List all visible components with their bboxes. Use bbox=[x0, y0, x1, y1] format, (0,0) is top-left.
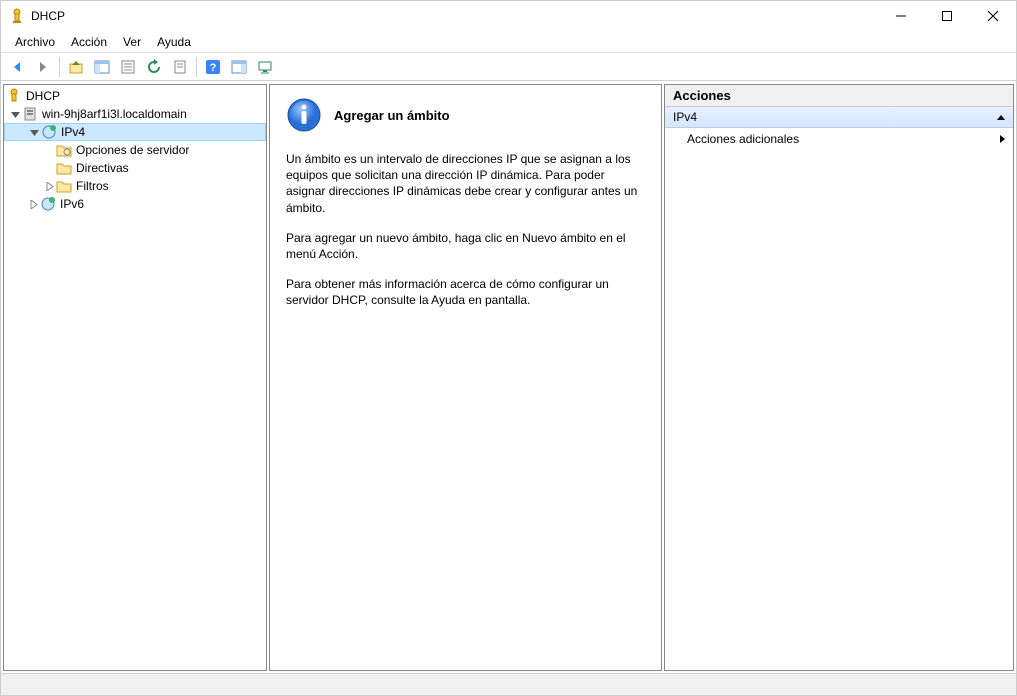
server-icon bbox=[22, 106, 38, 122]
window-title: DHCP bbox=[31, 9, 65, 23]
toolbar: ? bbox=[1, 53, 1016, 81]
folder-icon bbox=[56, 178, 72, 194]
ipv4-icon bbox=[41, 124, 57, 140]
tree-label: Opciones de servidor bbox=[76, 143, 189, 157]
tree-opciones-servidor[interactable]: Opciones de servidor bbox=[4, 141, 266, 159]
toolbar-separator bbox=[59, 57, 60, 77]
back-button[interactable] bbox=[5, 56, 29, 78]
tree-ipv4[interactable]: IPv4 bbox=[4, 123, 266, 141]
svg-text:?: ? bbox=[210, 62, 217, 74]
actions-panel: Acciones IPv4 Acciones adicionales bbox=[664, 84, 1014, 671]
main-body: Un ámbito es un intervalo de direcciones… bbox=[286, 151, 645, 309]
actions-section-ipv4[interactable]: IPv4 bbox=[665, 107, 1013, 128]
window-controls bbox=[878, 1, 1016, 31]
tree-label: win-9hj8arf1i3l.localdomain bbox=[42, 107, 187, 121]
tree-panel[interactable]: DHCP win-9hj8arf1i3l.localdomain IPv4 Op… bbox=[3, 84, 267, 671]
ipv6-icon bbox=[40, 196, 56, 212]
collapse-icon bbox=[997, 115, 1005, 120]
main-paragraph: Un ámbito es un intervalo de direcciones… bbox=[286, 151, 645, 216]
expander-icon[interactable] bbox=[26, 197, 40, 211]
dhcp-window: DHCP Archivo Acción Ver Ayuda ? DHCP bbox=[0, 0, 1017, 696]
main-paragraph: Para obtener más información acerca de c… bbox=[286, 276, 645, 308]
tree-filtros[interactable]: Filtros bbox=[4, 177, 266, 195]
help-button[interactable]: ? bbox=[201, 56, 225, 78]
main-header: Agregar un ámbito bbox=[286, 97, 645, 133]
display-button[interactable] bbox=[253, 56, 277, 78]
statusbar bbox=[1, 673, 1016, 695]
actions-section-label: IPv4 bbox=[673, 110, 697, 124]
expander-icon[interactable] bbox=[27, 125, 41, 139]
main-paragraph: Para agregar un nuevo ámbito, haga clic … bbox=[286, 230, 645, 262]
maximize-button[interactable] bbox=[924, 1, 970, 31]
tree-ipv6[interactable]: IPv6 bbox=[4, 195, 266, 213]
main-title: Agregar un ámbito bbox=[334, 108, 450, 123]
folder-icon bbox=[56, 160, 72, 176]
forward-button[interactable] bbox=[31, 56, 55, 78]
actions-header: Acciones bbox=[665, 85, 1013, 107]
menu-accion[interactable]: Acción bbox=[63, 33, 115, 51]
main-panel: Agregar un ámbito Un ámbito es un interv… bbox=[269, 84, 662, 671]
minimize-button[interactable] bbox=[878, 1, 924, 31]
info-icon bbox=[286, 97, 322, 133]
folder-icon bbox=[56, 142, 72, 158]
actions-additional[interactable]: Acciones adicionales bbox=[665, 128, 1013, 150]
toolbar-separator bbox=[196, 57, 197, 77]
tree-root-dhcp[interactable]: DHCP bbox=[4, 87, 266, 105]
menu-ver[interactable]: Ver bbox=[115, 33, 149, 51]
export-button[interactable] bbox=[168, 56, 192, 78]
content-area: DHCP win-9hj8arf1i3l.localdomain IPv4 Op… bbox=[1, 81, 1016, 673]
tree-label: DHCP bbox=[26, 89, 60, 103]
close-button[interactable] bbox=[970, 1, 1016, 31]
tree-server[interactable]: win-9hj8arf1i3l.localdomain bbox=[4, 105, 266, 123]
menu-archivo[interactable]: Archivo bbox=[7, 33, 63, 51]
menu-ayuda[interactable]: Ayuda bbox=[149, 33, 199, 51]
dhcp-app-icon bbox=[9, 8, 25, 24]
tree-label: IPv4 bbox=[61, 125, 85, 139]
tree-label: IPv6 bbox=[60, 197, 84, 211]
properties-button[interactable] bbox=[116, 56, 140, 78]
up-button[interactable] bbox=[64, 56, 88, 78]
show-hide-tree-button[interactable] bbox=[90, 56, 114, 78]
tree-directivas[interactable]: Directivas bbox=[4, 159, 266, 177]
expander-icon[interactable] bbox=[8, 107, 22, 121]
refresh-button[interactable] bbox=[142, 56, 166, 78]
action-pane-button[interactable] bbox=[227, 56, 251, 78]
submenu-icon bbox=[1000, 135, 1005, 143]
dhcp-root-icon bbox=[6, 88, 22, 104]
expander-icon[interactable] bbox=[42, 179, 56, 193]
actions-item-label: Acciones adicionales bbox=[687, 132, 799, 146]
titlebar: DHCP bbox=[1, 1, 1016, 31]
tree-label: Directivas bbox=[76, 161, 129, 175]
tree-label: Filtros bbox=[76, 179, 109, 193]
menubar: Archivo Acción Ver Ayuda bbox=[1, 31, 1016, 53]
